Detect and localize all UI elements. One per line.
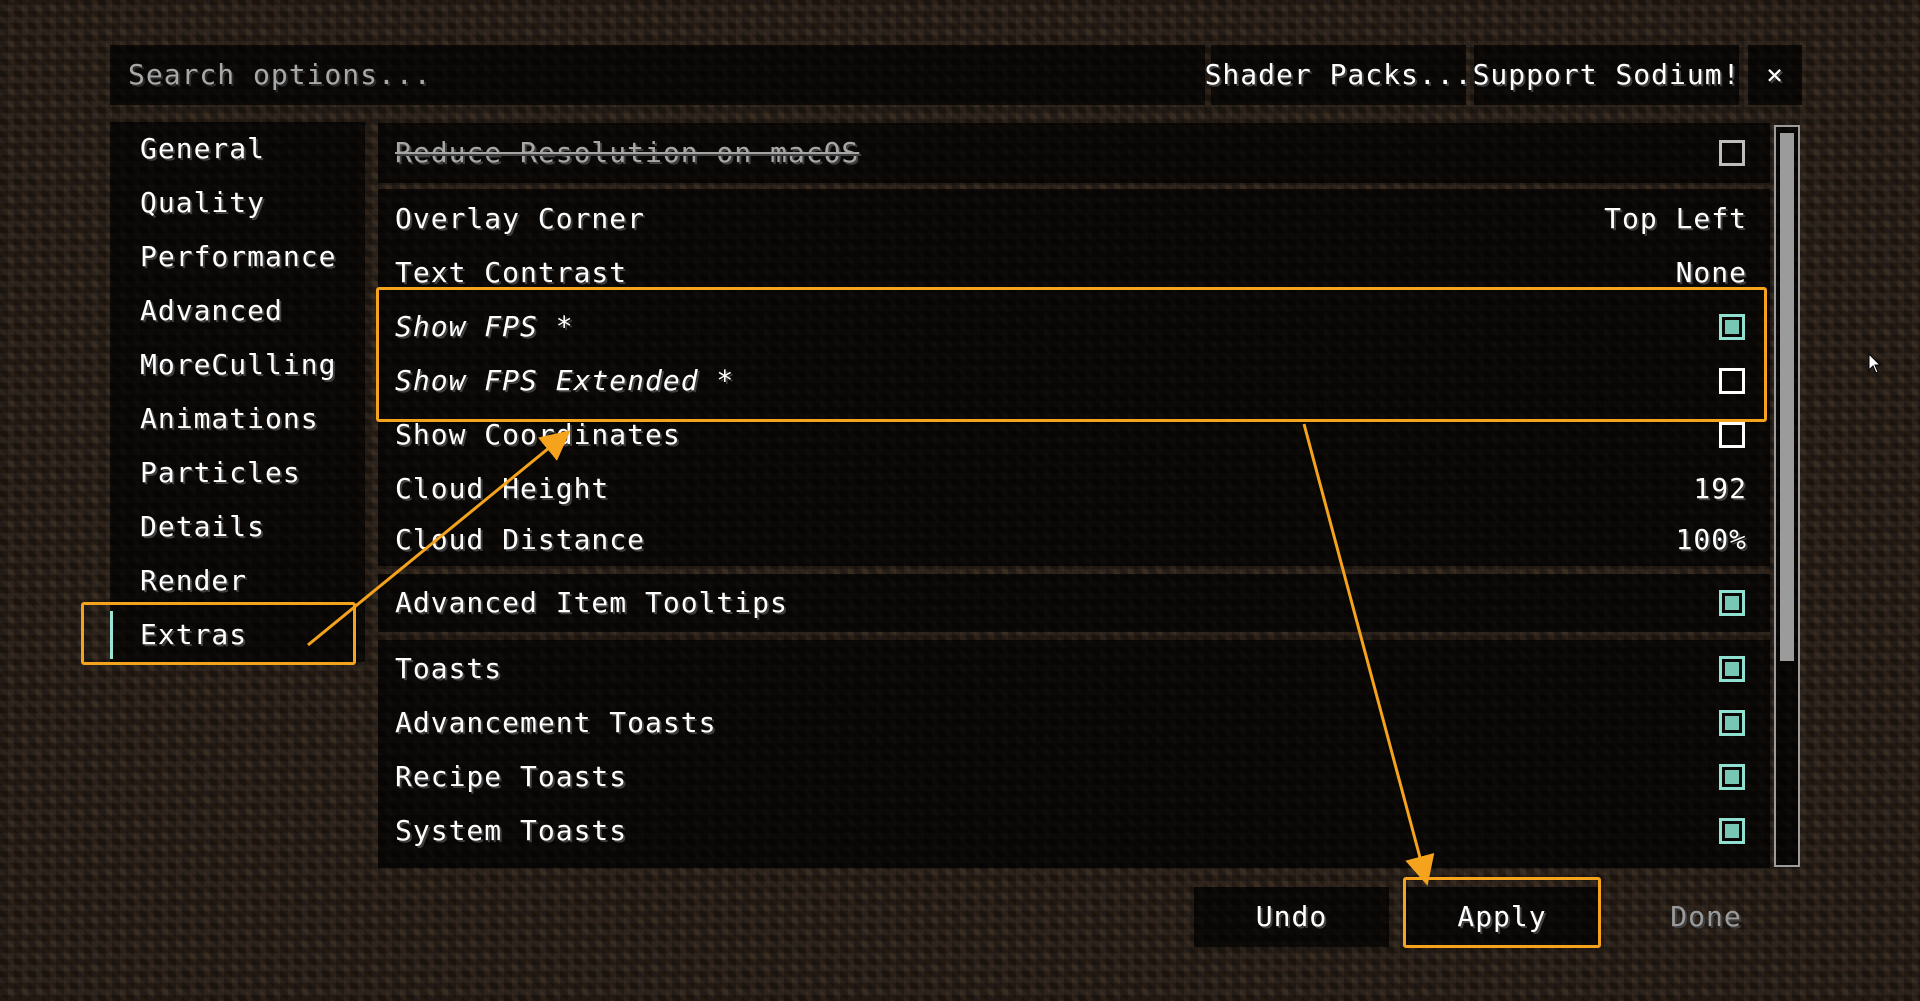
sidebar-item-general[interactable]: General xyxy=(110,122,365,176)
sidebar-item-label: Particles xyxy=(140,456,301,489)
sidebar-item-label: General xyxy=(140,132,266,165)
option-advancement-toasts[interactable]: Advancement Toasts xyxy=(378,696,1770,750)
toasts-checkbox[interactable] xyxy=(1719,656,1745,682)
category-sidebar: General Quality Performance Advanced Mor… xyxy=(110,122,365,662)
option-value: None xyxy=(1675,256,1747,289)
option-label: Show Coordinates xyxy=(395,418,681,451)
done-button[interactable]: Done xyxy=(1610,887,1802,947)
show-fps-extended-checkbox[interactable] xyxy=(1719,368,1745,394)
option-label: Cloud Height xyxy=(395,472,610,505)
search-placeholder: Search options... xyxy=(128,58,432,91)
close-button[interactable]: × xyxy=(1748,45,1802,105)
option-text-contrast[interactable]: Text Contrast None xyxy=(378,246,1770,300)
scrollbar-thumb[interactable] xyxy=(1780,133,1794,661)
option-label: Overlay Corner xyxy=(395,202,646,235)
option-advanced-item-tooltips[interactable]: Advanced Item Tooltips xyxy=(378,576,1770,630)
sidebar-item-label: Extras xyxy=(140,618,248,651)
sidebar-item-animations[interactable]: Animations xyxy=(110,392,365,446)
support-sodium-button[interactable]: Support Sodium! xyxy=(1472,45,1741,105)
option-group-overlay: Overlay Corner Top Left Text Contrast No… xyxy=(378,189,1770,566)
option-show-fps-extended[interactable]: Show FPS Extended * xyxy=(378,354,1770,408)
sidebar-item-label: Performance xyxy=(140,240,337,273)
option-label: Show FPS * xyxy=(395,310,574,343)
sidebar-item-label: Details xyxy=(140,510,266,543)
apply-label: Apply xyxy=(1457,900,1547,933)
option-cloud-height[interactable]: Cloud Height 192 xyxy=(378,462,1770,516)
sidebar-item-details[interactable]: Details xyxy=(110,500,365,554)
sidebar-item-label: Quality xyxy=(140,186,266,219)
undo-button[interactable]: Undo xyxy=(1194,887,1389,947)
recipe-toasts-checkbox[interactable] xyxy=(1719,764,1745,790)
option-value: Top Left xyxy=(1604,202,1747,235)
option-show-fps[interactable]: Show FPS * xyxy=(378,300,1770,354)
sidebar-item-label: MoreCulling xyxy=(140,348,337,381)
support-sodium-label: Support Sodium! xyxy=(1472,58,1741,91)
option-group-resolution: Reduce Resolution on macOS xyxy=(378,123,1770,183)
option-group-tooltips: Advanced Item Tooltips xyxy=(378,574,1770,632)
sidebar-item-label: Animations xyxy=(140,402,319,435)
option-value: 100% xyxy=(1675,523,1747,556)
sidebar-item-performance[interactable]: Performance xyxy=(110,230,365,284)
option-label: Advanced Item Tooltips xyxy=(395,586,788,619)
option-label: Toasts xyxy=(395,652,503,685)
sidebar-item-advanced[interactable]: Advanced xyxy=(110,284,365,338)
show-fps-checkbox[interactable] xyxy=(1719,314,1745,340)
done-label: Done xyxy=(1670,900,1742,933)
sidebar-item-quality[interactable]: Quality xyxy=(110,176,365,230)
mouse-cursor-icon xyxy=(1868,353,1882,374)
close-icon: × xyxy=(1766,58,1784,91)
advanced-item-tooltips-checkbox[interactable] xyxy=(1719,590,1745,616)
sidebar-item-extras[interactable]: Extras xyxy=(110,608,365,662)
sidebar-item-render[interactable]: Render xyxy=(110,554,365,608)
option-label: Reduce Resolution on macOS xyxy=(395,136,860,169)
sidebar-item-moreculling[interactable]: MoreCulling xyxy=(110,338,365,392)
option-value: 192 xyxy=(1693,472,1747,505)
option-toasts[interactable]: Toasts xyxy=(378,642,1770,696)
system-toasts-checkbox[interactable] xyxy=(1719,818,1745,844)
sidebar-item-particles[interactable]: Particles xyxy=(110,446,365,500)
option-label: Show FPS Extended * xyxy=(395,364,735,397)
option-reduce-resolution: Reduce Resolution on macOS xyxy=(378,126,1770,180)
apply-button[interactable]: Apply xyxy=(1404,887,1600,947)
option-recipe-toasts[interactable]: Recipe Toasts xyxy=(378,750,1770,804)
option-cloud-distance[interactable]: Cloud Distance 100% xyxy=(378,516,1770,564)
shader-packs-label: Shader Packs... xyxy=(1204,58,1473,91)
option-label: System Toasts xyxy=(395,814,628,847)
option-system-toasts[interactable]: System Toasts xyxy=(378,804,1770,858)
show-coordinates-checkbox[interactable] xyxy=(1719,422,1745,448)
search-input[interactable]: Search options... xyxy=(110,45,1205,105)
options-scrollbar[interactable] xyxy=(1774,125,1800,867)
reduce-resolution-checkbox xyxy=(1719,140,1745,166)
sidebar-item-label: Render xyxy=(140,564,248,597)
option-show-coordinates[interactable]: Show Coordinates xyxy=(378,408,1770,462)
option-label: Cloud Distance xyxy=(395,523,646,556)
option-label: Recipe Toasts xyxy=(395,760,628,793)
shader-packs-button[interactable]: Shader Packs... xyxy=(1205,45,1471,105)
sidebar-item-label: Advanced xyxy=(140,294,283,327)
option-group-toasts: Toasts Advancement Toasts Recipe Toasts … xyxy=(378,640,1770,868)
undo-label: Undo xyxy=(1255,900,1328,933)
advancement-toasts-checkbox[interactable] xyxy=(1719,710,1745,736)
option-label: Text Contrast xyxy=(395,256,628,289)
option-label: Advancement Toasts xyxy=(395,706,717,739)
option-overlay-corner[interactable]: Overlay Corner Top Left xyxy=(378,192,1770,246)
